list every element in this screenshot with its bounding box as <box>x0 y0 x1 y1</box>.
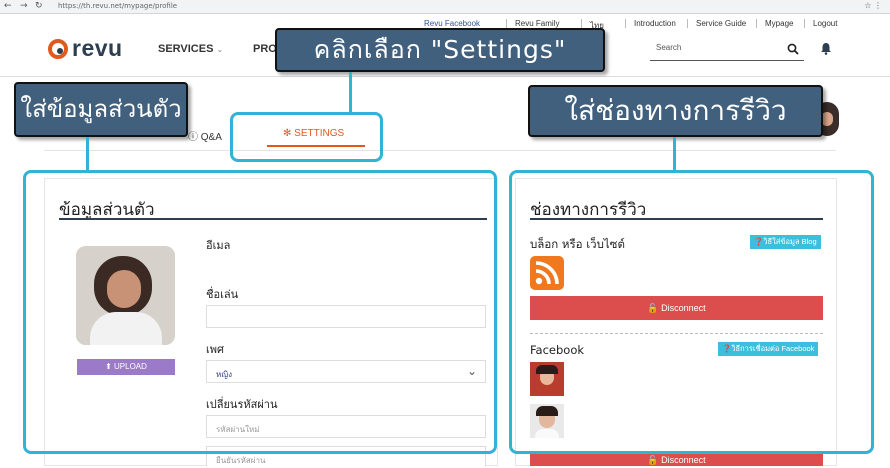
nav-services[interactable]: SERVICES ⌄ <box>158 43 223 55</box>
logo-eye-icon <box>48 39 68 59</box>
profile-callout-connector <box>86 137 89 171</box>
nav-divider <box>0 76 890 77</box>
address-bar[interactable]: https://th.revu.net/mypage/profile <box>58 2 177 10</box>
mypage-link[interactable]: Mypage <box>756 19 793 28</box>
facebook-disconnect-label: Disconnect <box>661 455 706 465</box>
logo-text: revu <box>72 35 123 61</box>
reload-icon[interactable]: ↻ <box>35 1 43 11</box>
forward-icon[interactable]: → <box>20 1 28 11</box>
back-icon[interactable]: ← <box>4 1 12 11</box>
service-guide-link[interactable]: Service Guide <box>687 19 746 28</box>
browser-menu-icon[interactable]: ☆ ⋮ <box>864 1 882 10</box>
settings-callout: คลิกเลือก "Settings" <box>275 28 605 72</box>
profile-callout: ใส่ข้อมูลส่วนตัว <box>14 82 188 137</box>
facebook-disconnect-button[interactable]: 🔓 Disconnect <box>530 452 823 466</box>
lock-icon: 🔓 <box>647 455 659 465</box>
revu-facebook-link[interactable]: Revu Facebook <box>424 19 480 28</box>
question-icon: ⓘ <box>188 132 198 143</box>
search-icon[interactable] <box>787 43 799 55</box>
search-input[interactable]: Search <box>656 43 681 52</box>
logout-link[interactable]: Logout <box>804 19 837 28</box>
search-underline <box>650 60 804 61</box>
settings-callout-connector <box>349 72 352 112</box>
profile-highlight-frame <box>23 170 497 454</box>
nav-services-label: SERVICES <box>158 43 214 55</box>
introduction-link[interactable]: Introduction <box>625 19 676 28</box>
revu-logo[interactable]: revu <box>48 35 128 61</box>
nav-pro-partial[interactable]: PRO <box>253 43 277 55</box>
channels-highlight-frame <box>509 170 874 454</box>
browser-toolbar: ← → ↻ https://th.revu.net/mypage/profile… <box>0 0 890 14</box>
tab-qa-label: Q&A <box>200 132 222 143</box>
tab-qa[interactable]: ⓘ Q&A <box>188 128 222 143</box>
revu-family-link[interactable]: Revu Family <box>506 19 559 28</box>
channels-callout-connector <box>673 137 676 171</box>
bell-icon[interactable] <box>820 42 832 55</box>
chevron-down-icon: ⌄ <box>216 45 224 54</box>
channels-callout: ใส่ช่องทางการรีวิว <box>528 85 823 137</box>
settings-highlight-frame <box>230 112 383 162</box>
tabs-divider <box>44 150 836 151</box>
